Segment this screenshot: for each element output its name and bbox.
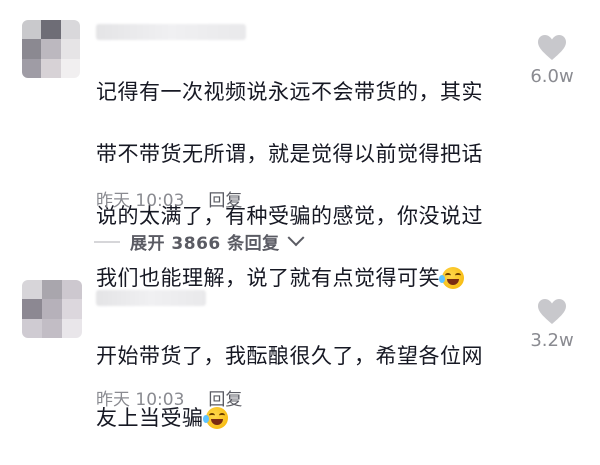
comment-text-line: 带不带货无所谓，就是觉得以前觉得把话 [96, 142, 483, 166]
avatar[interactable] [22, 280, 82, 338]
comment-time: 昨天 10:03 [96, 191, 185, 211]
reply-button[interactable]: 回复 [208, 385, 242, 410]
comment-meta: 昨天 10:03 回复 [96, 385, 242, 410]
laughing-crying-emoji-icon [202, 407, 228, 429]
divider-dash [94, 240, 120, 243]
comment-item: 开始带货了，我酝酿很久了，希望各位网 友上当受骗 昨天 10:03 回复 3.2… [0, 268, 600, 430]
username-redacted [96, 24, 246, 40]
username-redacted [96, 290, 206, 306]
avatar[interactable] [22, 20, 80, 78]
comment-meta: 昨天 10:03 回复 [96, 186, 242, 211]
expand-replies-label: 展开 3866 条回复 [130, 234, 280, 254]
heart-icon [538, 35, 566, 60]
expand-replies-button[interactable]: 展开 3866 条回复 [94, 228, 305, 254]
like-count: 3.2w [530, 330, 574, 351]
like-button[interactable]: 3.2w [522, 298, 582, 351]
comment-text-line: 开始带货了，我酝酿很久了，希望各位网 [96, 344, 483, 368]
like-count: 6.0w [530, 66, 574, 87]
like-button[interactable]: 6.0w [522, 34, 582, 87]
comment-text-line: 记得有一次视频说永远不会带货的，其实 [96, 80, 483, 104]
heart-icon [538, 299, 566, 324]
comment-time: 昨天 10:03 [96, 390, 185, 410]
chevron-down-icon [287, 228, 305, 246]
comment-item: 记得有一次视频说永远不会带货的，其实 带不带货无所谓，就是觉得以前觉得把话 说的… [0, 0, 600, 290]
reply-button[interactable]: 回复 [208, 186, 242, 211]
